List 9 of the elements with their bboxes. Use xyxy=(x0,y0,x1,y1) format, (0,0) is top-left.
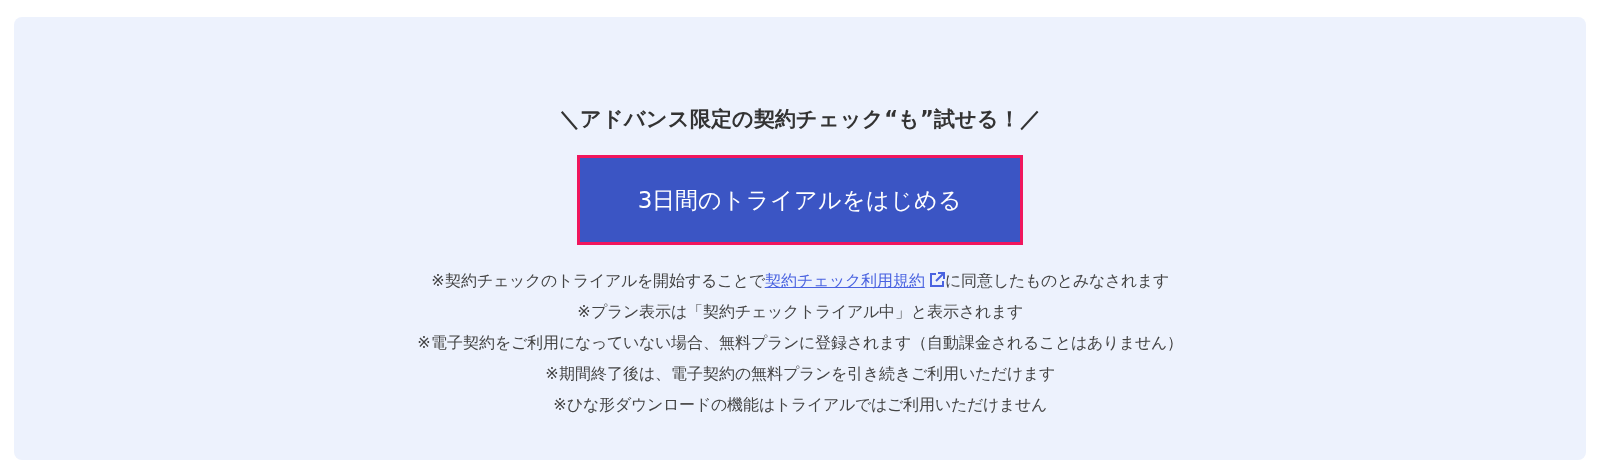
external-link-icon xyxy=(928,272,945,288)
note-text: ※電子契約をご利用になっていない場合、無料プランに登録されます（自動課金されることはありません） xyxy=(417,332,1183,354)
note-text: ※契約チェックのトライアルを開始することで契約チェック利用規約 に同意したものとみなされます xyxy=(431,270,1169,292)
terms-link[interactable]: 契約チェック利用規約 xyxy=(764,271,945,290)
headline: ＼アドバンス限定の契約チェック“も”試せる！／ xyxy=(559,106,1041,133)
note-text: ※ひな形ダウンロードの機能はトライアルではご利用いただけません xyxy=(553,394,1047,416)
start-trial-button[interactable]: 3日間のトライアルをはじめる xyxy=(577,155,1023,245)
note-text: ※プラン表示は「契約チェックトライアル中」と表示されます xyxy=(577,301,1023,323)
note-text: ※期間終了後は、電子契約の無料プランを引き続きご利用いただけます xyxy=(545,363,1055,385)
